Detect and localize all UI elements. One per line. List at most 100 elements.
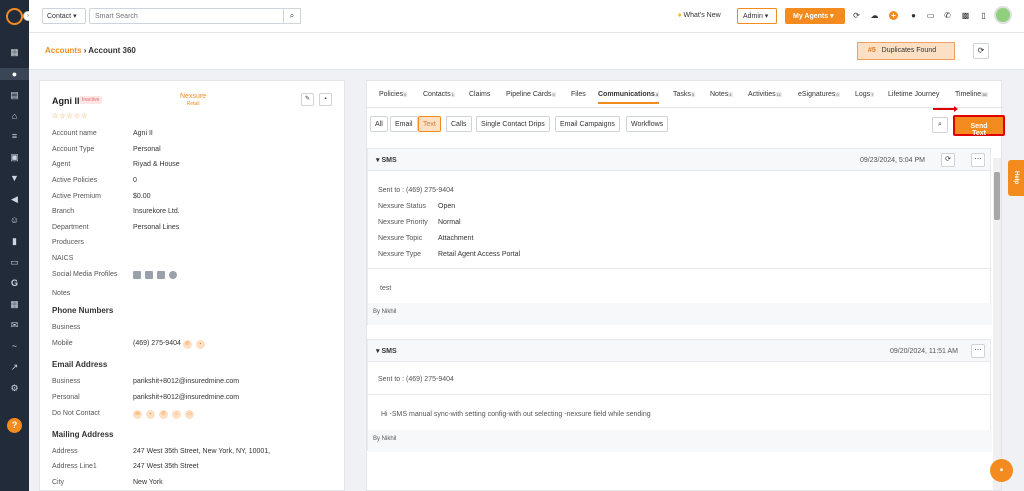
tab-policies[interactable]: Policies0: [379, 91, 408, 98]
help-icon[interactable]: ?: [7, 418, 22, 433]
tab-esignatures[interactable]: eSignatures0: [798, 91, 840, 98]
edit-icon[interactable]: ✎: [301, 93, 314, 106]
chat-icon[interactable]: ▪: [146, 410, 155, 419]
field-label: Account name: [52, 130, 97, 137]
sms-header[interactable]: ▾ SMS 09/23/2024, 5:04 PM ⟳ ⋯: [368, 149, 990, 171]
subtab-single-contact-drips[interactable]: Single Contact Drips: [476, 116, 550, 132]
scrollbar-thumb[interactable]: [994, 172, 1000, 220]
tab-contacts[interactable]: Contacts1: [423, 91, 455, 98]
smart-search-input[interactable]: [89, 8, 301, 24]
more-icon[interactable]: ⋯: [971, 153, 985, 167]
send-text-button[interactable]: Send Text: [953, 115, 1005, 137]
settings-icon[interactable]: ⚙: [9, 383, 20, 393]
tab-activities[interactable]: Activities11: [748, 91, 782, 98]
duplicates-label: Duplicates Found: [881, 47, 937, 54]
folder-icon[interactable]: ▭: [9, 257, 20, 267]
breadcrumb-accounts-link[interactable]: Accounts: [45, 46, 81, 55]
tab-claims[interactable]: Claims: [469, 91, 490, 98]
sms-header[interactable]: ▾ SMS 09/20/2024, 11:51 AM ⋯: [368, 340, 990, 362]
g-icon[interactable]: G: [9, 278, 20, 288]
dashboard-icon[interactable]: ▦: [9, 47, 20, 57]
sync-icon[interactable]: ⟳: [941, 153, 955, 167]
chart-icon[interactable]: ▮: [9, 236, 20, 246]
sms-icon[interactable]: ▪: [195, 340, 205, 349]
nexsure-logo: Nexsure Retail: [180, 93, 206, 107]
email-link[interactable]: parikshit+8012@insuredmine.com: [133, 394, 239, 401]
accounts-icon[interactable]: ●: [0, 68, 29, 80]
sync-icon[interactable]: ⟳: [852, 11, 861, 20]
phone-icon[interactable]: ✆: [159, 410, 168, 419]
image-icon[interactable]: ▣: [9, 152, 20, 162]
help-tab[interactable]: Help: [1008, 160, 1024, 196]
phone-mobile: Mobile (469) 275-9404 ✆ ▪: [52, 340, 342, 350]
facebook-icon[interactable]: [145, 271, 153, 279]
email-link[interactable]: parikshit+8012@insuredmine.com: [133, 378, 239, 385]
inbox-icon[interactable]: ▭: [926, 11, 935, 20]
subtab-workflows[interactable]: Workflows: [626, 116, 669, 132]
phone-number[interactable]: (469) 275-9404: [133, 340, 181, 347]
sms-card: ▾ SMS 09/23/2024, 5:04 PM ⟳ ⋯ Sent to : …: [367, 148, 992, 325]
globe-icon[interactable]: [169, 271, 177, 279]
mail-icon[interactable]: ✉: [9, 320, 20, 330]
subtab-text[interactable]: Text: [418, 116, 441, 132]
twitter-icon[interactable]: [157, 271, 165, 279]
tab-tasks[interactable]: Tasks5: [673, 91, 696, 98]
tab-lifetime-journey[interactable]: Lifetime Journey: [888, 91, 939, 98]
address-link[interactable]: 247 West 35th Street, New York, NY, 1000…: [133, 448, 270, 455]
admin-select[interactable]: Admin ▾: [737, 8, 777, 24]
sidebar: › ▦ ● ▤ ⌂ ≡ ▣ ▼ ◀ ☺ ▮ ▭ G ▦ ✉ ~ ↗ ⚙ ?: [0, 0, 33, 491]
field-label: NAICS: [52, 255, 74, 262]
duplicates-found-badge[interactable]: #5 Duplicates Found: [857, 42, 955, 60]
tab-files[interactable]: Files: [571, 91, 586, 98]
field-value: Insurekore Ltd.: [133, 208, 180, 215]
delete-icon[interactable]: ▪: [319, 93, 332, 106]
avatar[interactable]: [994, 6, 1012, 24]
detail-label: Nexsure Status: [378, 203, 426, 210]
chat-icon[interactable]: ▪: [990, 459, 1013, 482]
users-icon[interactable]: ☺: [9, 215, 20, 225]
call-icon[interactable]: ✆: [182, 340, 192, 349]
refresh-icon[interactable]: ⟳: [973, 43, 989, 59]
search-icon[interactable]: ⌕: [283, 8, 301, 24]
field-value: Riyad & House: [133, 161, 180, 168]
whats-new-link[interactable]: ♦ What's New: [678, 12, 721, 19]
cloud-icon[interactable]: ☁: [870, 11, 879, 20]
handshake-icon[interactable]: ~: [9, 341, 20, 351]
letter-icon[interactable]: ▭: [185, 410, 194, 419]
sun-icon[interactable]: ☼: [172, 410, 181, 419]
calendar-icon[interactable]: ▦: [9, 299, 20, 309]
list-icon[interactable]: ≡: [9, 131, 20, 141]
field-notes: Notes: [52, 290, 342, 300]
chip-icon[interactable]: ▩: [961, 11, 970, 20]
filter-icon[interactable]: ▼: [9, 173, 20, 183]
mobile-icon[interactable]: ▯: [979, 11, 988, 20]
tab-notes[interactable]: Notes4: [710, 91, 733, 98]
notification-icon[interactable]: ●: [909, 11, 918, 20]
contact-type-select[interactable]: Contact ▾: [42, 8, 86, 24]
linkedin-icon[interactable]: [133, 271, 141, 279]
tab-pipeline-cards[interactable]: Pipeline Cards0: [506, 91, 556, 98]
tab-logs[interactable]: Logs7: [855, 91, 875, 98]
app-logo-icon[interactable]: [6, 8, 23, 25]
bank-icon[interactable]: ⌂: [9, 111, 20, 121]
rating-stars[interactable]: ☆☆☆☆☆: [52, 112, 88, 120]
subtab-email[interactable]: Email: [390, 116, 418, 132]
megaphone-icon[interactable]: ◀: [9, 194, 20, 204]
subtab-email-campaigns[interactable]: Email Campaigns: [555, 116, 620, 132]
tab-communications[interactable]: Communications4: [598, 91, 660, 104]
mail-icon[interactable]: ✉: [133, 410, 142, 419]
duplicates-count: #5: [868, 47, 876, 54]
trend-icon[interactable]: ↗: [9, 362, 20, 372]
phone-icon[interactable]: ✆: [943, 11, 952, 20]
subtab-all[interactable]: All: [370, 116, 388, 132]
file-icon[interactable]: ▤: [9, 90, 20, 100]
scrollbar[interactable]: [993, 158, 1001, 490]
subtab-calls[interactable]: Calls: [446, 116, 472, 132]
tab-timeline[interactable]: Timeline38: [955, 91, 988, 98]
my-agents-button[interactable]: My Agents ▾: [785, 8, 845, 24]
field-label: Social Media Profiles: [52, 271, 118, 278]
add-icon[interactable]: +: [889, 11, 898, 20]
more-icon[interactable]: ⋯: [971, 344, 985, 358]
search-icon[interactable]: ⌕: [932, 117, 948, 133]
sms-author: By Nikhil: [368, 303, 992, 325]
